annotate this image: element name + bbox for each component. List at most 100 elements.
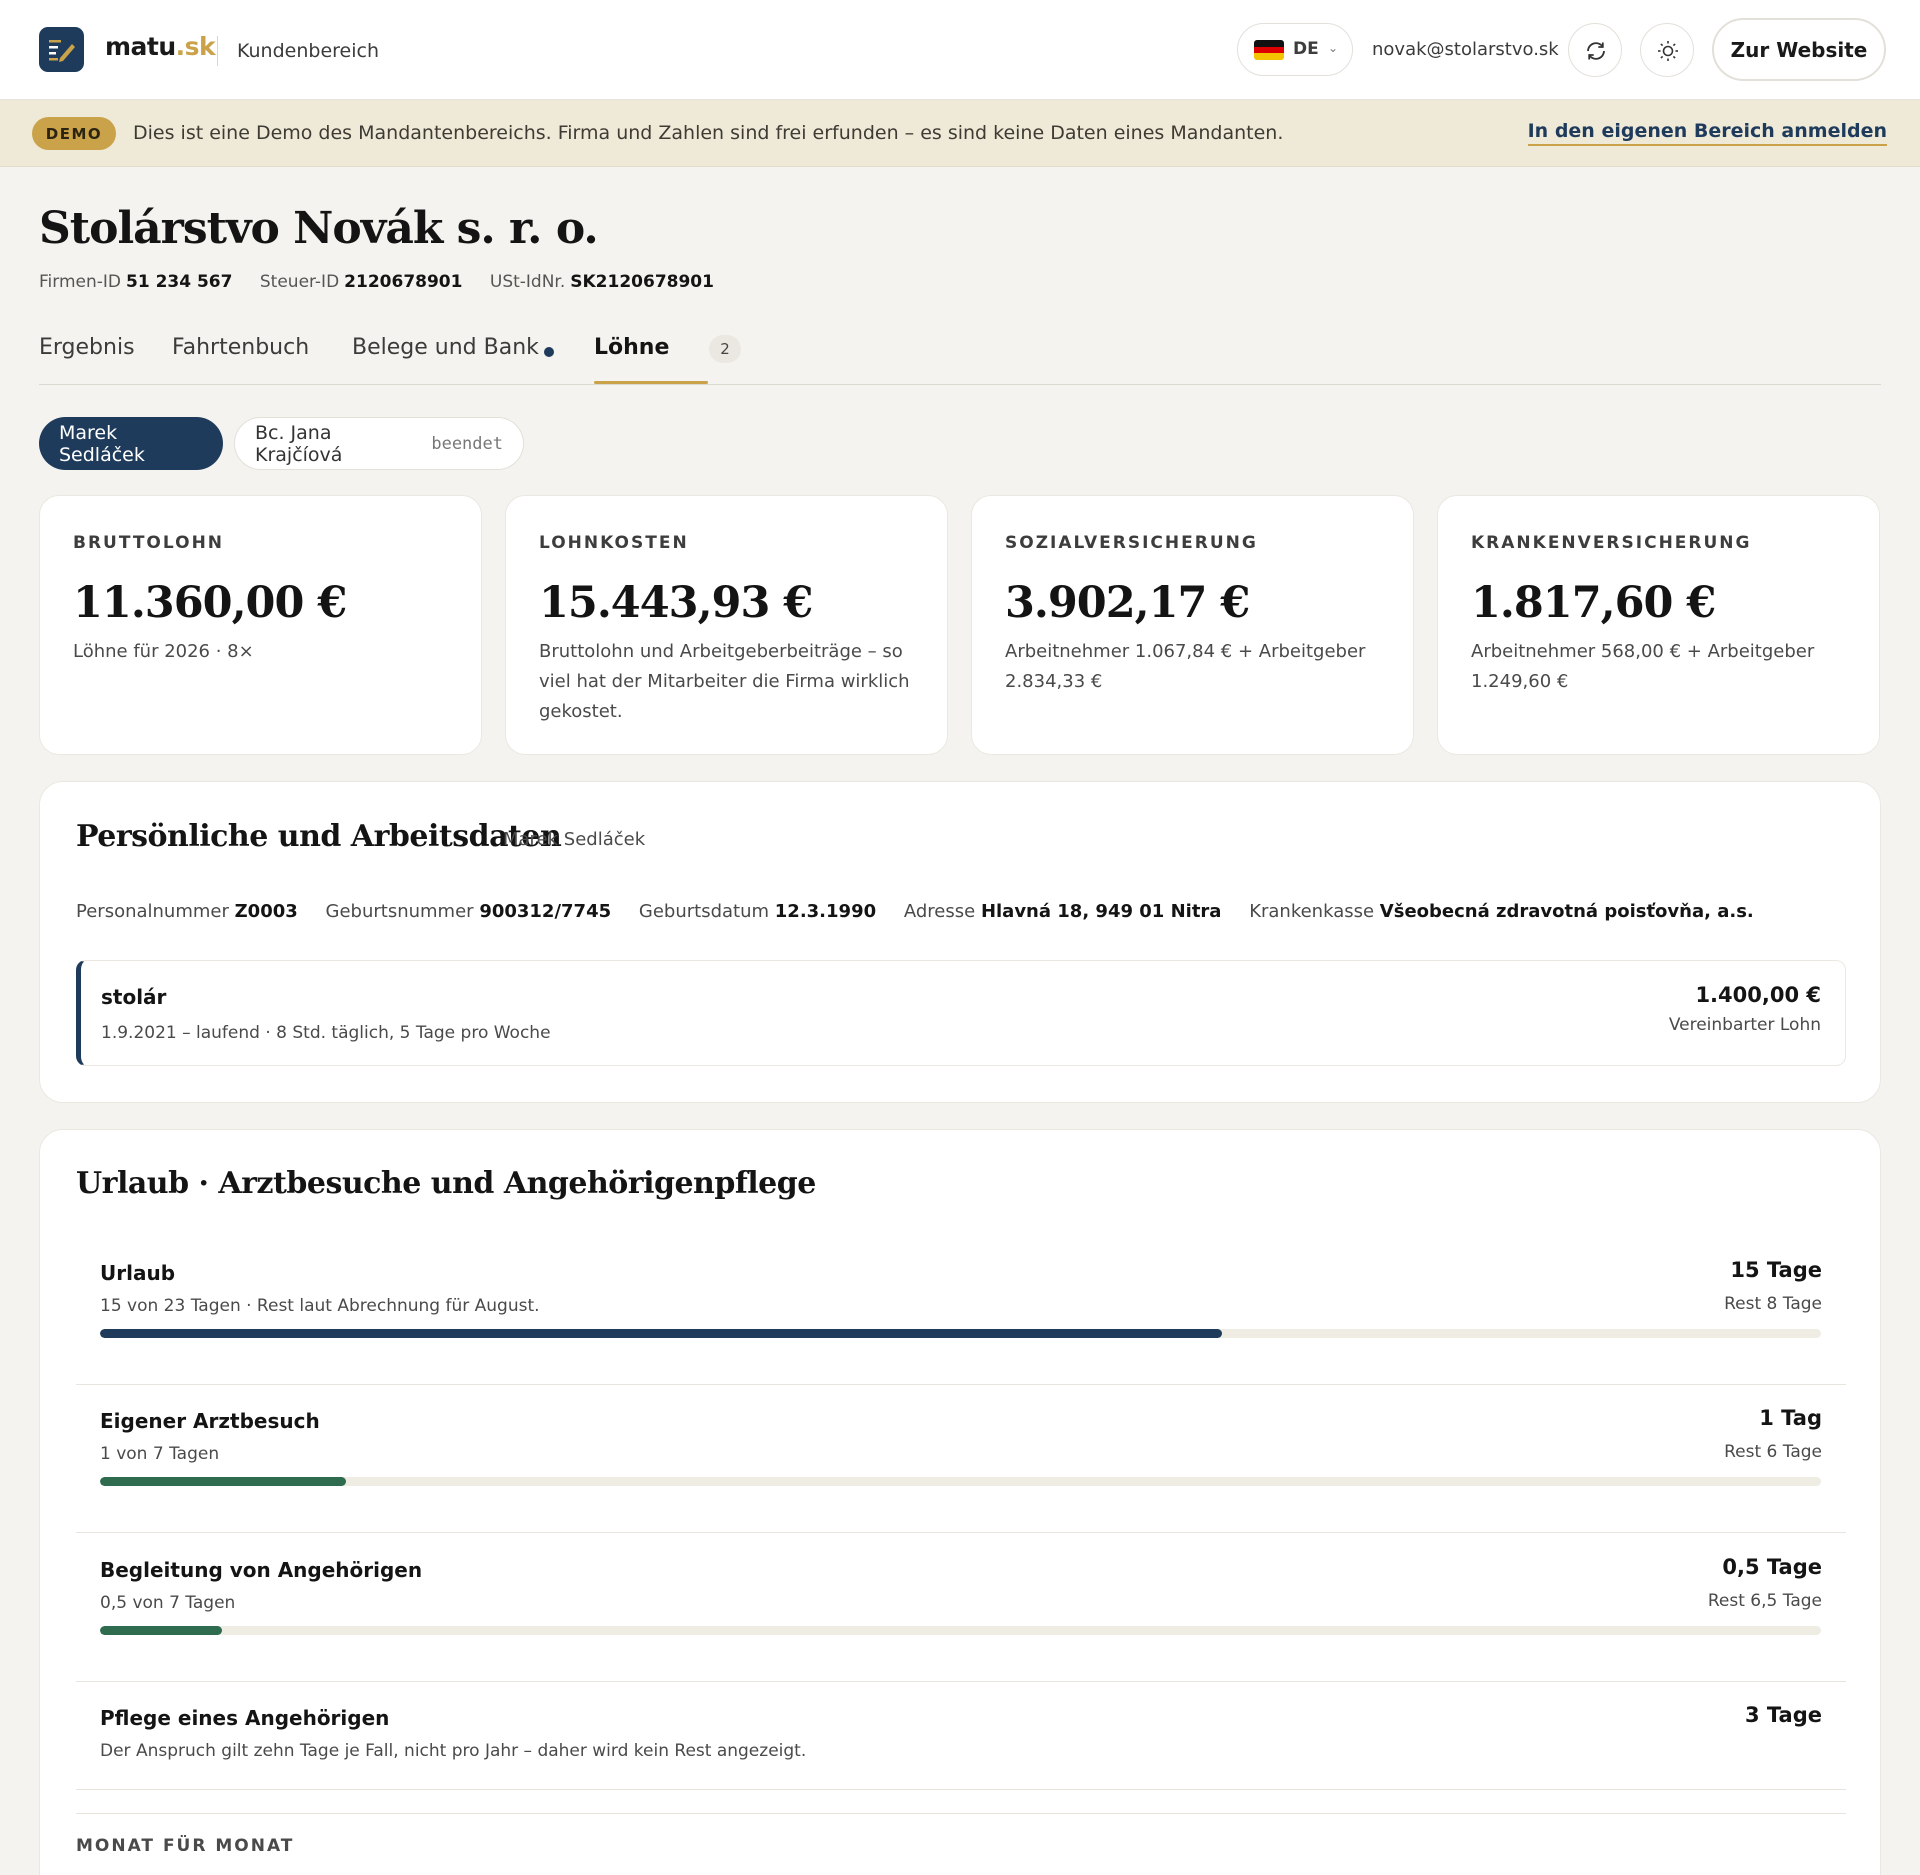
leave-amount: 3 Tage [1745,1703,1822,1727]
stat-label: SOZIALVERSICHERUNG [1005,533,1258,553]
section-label: Kundenbereich [237,40,379,62]
refresh-icon [1587,42,1605,60]
leave-progress-fill [100,1329,1223,1338]
employee-name: Bc. Jana Krajčíová [255,421,343,466]
login-link[interactable]: In den eigenen Bereich anmelden [1527,120,1887,146]
leave-panel: Urlaub · Arztbesuche und Angehörigenpfle… [39,1129,1881,1875]
stat-card-bruttolohn: BRUTTOLOHN 11.360,00 € Löhne für 2026 · … [39,495,482,755]
website-button[interactable]: Zur Website [1712,18,1886,81]
leave-rest: Rest 6,5 Tage [1707,1591,1822,1611]
panel-subtitle: Marek Sedláček [503,829,646,850]
company-ids: Firmen-ID 51 234 567 Steuer-ID 2120678901 … [39,272,736,292]
sun-icon [1658,41,1678,61]
job-details: 1.9.2021 – laufend · 8 Std. täglich, 5 T… [101,1023,551,1043]
tab-fahrtenbuch[interactable]: Fahrtenbuch [172,335,309,360]
stat-card-lohnkosten: LOHNKOSTEN 15.443,93 € Bruttolohn und Ar… [505,495,948,755]
demo-badge: DEMO [32,117,116,150]
company-name: Stolárstvo Novák s. r. o. [39,203,599,254]
panel-title: Urlaub · Arztbesuche und Angehörigenpfle… [76,1166,816,1201]
employee-status: beendet [431,433,503,454]
language-code: DE [1293,39,1319,59]
field-label: Personalnummer [76,901,229,922]
stat-description: Bruttolohn und Arbeitgeberbeiträge – so … [539,641,910,722]
vat-id-label: USt-IdNr. [489,272,566,292]
employee-chip-jana[interactable]: Bc. Jana Krajčíová beendet [234,417,524,470]
job-salary: 1.400,00 € [1695,983,1821,1007]
leave-progress-fill [100,1477,347,1486]
leave-rest: Rest 6 Tage [1724,1442,1822,1462]
stat-value: 11.360,00 € [73,578,347,628]
firm-id: 51 234 567 [126,272,233,292]
tab-ergebnis[interactable]: Ergebnis [39,335,135,360]
leave-row-pflege: Pflege eines Angehörigen Der Anspruch gi… [76,1703,1846,1790]
leave-amount: 1 Tag [1759,1406,1822,1430]
leave-rest: Rest 8 Tage [1724,1294,1822,1314]
leave-row-arztbesuch: Eigener Arztbesuch 1 von 7 Tagen 1 Tag R… [76,1406,1846,1533]
theme-toggle-button[interactable] [1640,23,1694,77]
stat-description: Löhne für 2026 · 8× [73,641,254,662]
brand-divider [217,36,218,66]
leave-row-begleitung: Begleitung von Angehörigen 0,5 von 7 Tag… [76,1555,1846,1682]
leave-description: 15 von 23 Tagen · Rest laut Abrechnung f… [100,1296,540,1316]
stat-description: Arbeitnehmer 1.067,84 € + Arbeitgeber 2.… [1005,641,1366,692]
leave-name: Urlaub [100,1261,176,1285]
employee-name: Marek Sedláček [59,421,145,466]
leave-progress-track [100,1329,1821,1338]
leave-name: Eigener Arztbesuch [100,1409,320,1433]
field-label: Adresse [903,901,976,922]
stat-value: 1.817,60 € [1471,578,1716,628]
employee-chip-marek[interactable]: Marek Sedláček [39,417,223,470]
language-selector[interactable]: DE ⌄ [1237,23,1353,76]
leave-description: 0,5 von 7 Tagen [100,1593,236,1613]
tab-belege-und-bank[interactable]: Belege und Bank [352,335,539,360]
field-value: Hlavná 18, 949 01 Nitra [980,901,1222,922]
unread-dot-icon [544,347,554,357]
stat-value: 3.902,17 € [1005,578,1250,628]
leave-progress-track [100,1477,1821,1486]
brand-name[interactable]: matu.sk [105,32,216,61]
leave-description: 1 von 7 Tagen [100,1444,220,1464]
leave-amount: 15 Tage [1730,1258,1822,1282]
leave-progress-track [100,1626,1821,1635]
vat-id: SK2120678901 [570,272,714,292]
stat-card-sozialversicherung: SOZIALVERSICHERUNG 3.902,17 € Arbeitnehm… [971,495,1414,755]
logo-icon[interactable] [39,27,84,72]
demo-banner: DEMO Dies ist eine Demo des Mandantenber… [0,100,1920,167]
stat-label: LOHNKOSTEN [539,533,689,553]
tab-bar: Ergebnis Fahrtenbuch Belege und Bank Löh… [39,333,1881,385]
user-email: novak@stolarstvo.sk [1372,39,1559,60]
monthly-section-label: MONAT FÜR MONAT [76,1836,295,1856]
refresh-button[interactable] [1568,23,1622,77]
job-title: stolár [101,985,167,1009]
firm-id-label: Firmen-ID [39,272,121,292]
stat-value: 15.443,93 € [539,578,813,628]
field-label: Geburtsdatum [638,901,770,922]
stat-label: KRANKENVERSICHERUNG [1471,533,1752,553]
leave-progress-fill [100,1626,223,1635]
stat-card-krankenversicherung: KRANKENVERSICHERUNG 1.817,60 € Arbeitneh… [1437,495,1880,755]
chevron-down-icon: ⌄ [1328,41,1339,55]
leave-row-urlaub: Urlaub 15 von 23 Tagen · Rest laut Abrec… [76,1258,1846,1385]
tax-id-label: Steuer-ID [259,272,340,292]
field-value: 12.3.1990 [774,901,877,922]
field-label: Krankenkasse [1249,901,1375,922]
personal-fields: Personalnummer Z0003 Geburtsnummer 90031… [76,901,1776,922]
tab-loehne[interactable]: Löhne [594,335,669,360]
german-flag-icon [1254,40,1284,60]
tab-count-badge: 2 [709,335,741,363]
job-salary-label: Vereinbarter Lohn [1668,1015,1821,1035]
top-bar: matu.sk Kundenbereich DE ⌄ novak@stolars… [0,0,1920,100]
field-label: Geburtsnummer [325,901,474,922]
field-value: 900312/7745 [479,901,612,922]
field-value: Všeobecná zdravotná poisťovňa, a.s. [1379,901,1754,922]
stat-label: BRUTTOLOHN [73,533,225,553]
personal-data-panel: Persönliche und Arbeitsdaten Marek Sedlá… [39,781,1881,1103]
leave-description: Der Anspruch gilt zehn Tage je Fall, nic… [100,1741,807,1761]
panel-title: Persönliche und Arbeitsdaten [76,819,562,854]
stat-description: Arbeitnehmer 568,00 € + Arbeitgeber 1.24… [1471,641,1815,692]
section-divider [76,1813,1846,1814]
tax-id: 2120678901 [344,272,463,292]
leave-name: Pflege eines Angehörigen [100,1706,390,1730]
leave-amount: 0,5 Tage [1722,1555,1822,1579]
leave-name: Begleitung von Angehörigen [100,1558,423,1582]
